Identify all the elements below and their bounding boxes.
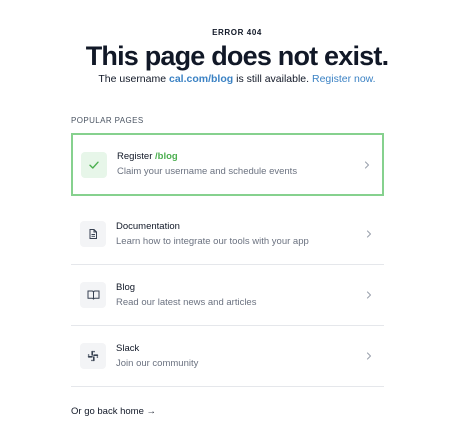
slack-icon [80,343,106,369]
availability-middle: is still available. [236,73,310,85]
register-title: Register [117,151,153,162]
register-item[interactable]: Register /blog Claim your username and s… [71,133,384,196]
chevron-right-icon [362,227,376,241]
username-path: cal.com/blog [169,73,234,85]
register-title-accent: /blog [155,151,178,162]
item-title: Register /blog [117,151,360,163]
chevron-right-icon [362,349,376,363]
check-icon [81,151,107,178]
popular-pages-list: Register /blog Claim your username and s… [71,133,384,387]
item-title: Blog [116,281,136,293]
item-description: Join our community [116,357,199,369]
item-title: Documentation [116,220,180,232]
book-open-icon [80,282,106,308]
slack-item[interactable]: Slack Join our community [71,326,384,387]
error-code: ERROR 404 [212,28,262,37]
page-title: This page does not exist. [85,41,389,71]
document-icon [80,221,106,247]
availability-prefix: The username [98,73,167,85]
item-description: Learn how to integrate our tools with yo… [116,235,309,247]
chevron-right-icon [362,288,376,302]
item-description: Read our latest news and articles [116,296,257,308]
back-home-link[interactable]: Or go back home → [71,406,156,417]
item-description: Claim your username and schedule events [117,166,298,177]
availability-message: The username cal.com/blog is still avail… [0,73,474,85]
chevron-right-icon [360,158,374,172]
not-found-page: ERROR 404 This page does not exist. The … [0,0,474,431]
blog-item[interactable]: Blog Read our latest news and articles [71,265,384,326]
item-title: Slack [116,342,140,354]
register-now-link[interactable]: Register now. [312,73,376,85]
popular-pages-label: POPULAR PAGES [71,116,144,125]
documentation-item[interactable]: Documentation Learn how to integrate our… [71,204,384,265]
